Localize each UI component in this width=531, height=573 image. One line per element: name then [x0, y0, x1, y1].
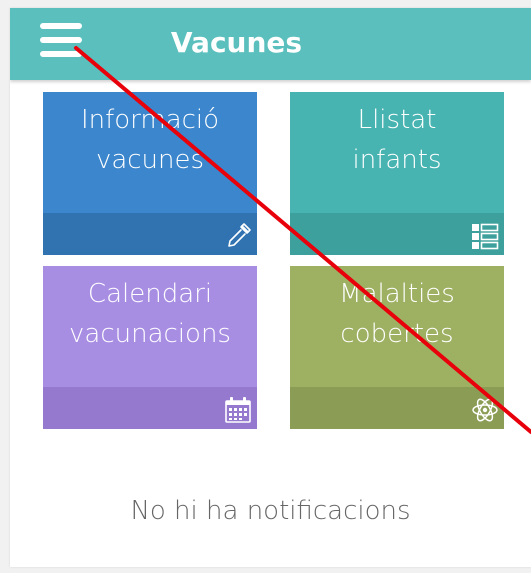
tile-informacio-vacunes[interactable]: Informació vacunes — [43, 92, 257, 255]
tile-footer — [43, 387, 257, 429]
app-title: Vacunes — [170, 26, 303, 59]
calendar-icon — [225, 397, 251, 423]
app-bar: Vacunes — [10, 8, 531, 80]
tile-label: Calendari vacunacions — [43, 274, 257, 354]
tile-label-line2: vacunes — [95, 145, 205, 175]
tile-label-line1: Informació — [80, 105, 220, 135]
tile-label-line1: Calendari — [87, 279, 213, 309]
tile-label-line2: infants — [352, 145, 442, 175]
tile-label-line1: Malalties — [339, 279, 455, 309]
tile-label: Malalties cobertes — [290, 274, 504, 354]
tile-footer — [290, 387, 504, 429]
tile-footer — [43, 213, 257, 255]
tile-malalties-cobertes[interactable]: Malalties cobertes — [290, 266, 504, 429]
tile-footer — [290, 213, 504, 255]
tile-label-line2: cobertes — [340, 319, 454, 349]
tile-label: Informació vacunes — [43, 100, 257, 180]
dropper-icon — [228, 223, 251, 247]
tile-calendari-vacunacions[interactable]: Calendari vacunacions — [43, 266, 257, 429]
app-screen: Vacunes Informació vacunes Llistat infan… — [10, 8, 531, 567]
tile-label-line2: vacunacions — [69, 319, 231, 349]
atom-icon — [472, 398, 498, 422]
list-icon — [472, 223, 499, 250]
notifications-empty-text: No hi ha notificacions — [130, 496, 411, 526]
tile-llistat-infants[interactable]: Llistat infants — [290, 92, 504, 255]
tile-label: Llistat infants — [290, 100, 504, 180]
tile-label-line1: Llistat — [357, 105, 437, 135]
